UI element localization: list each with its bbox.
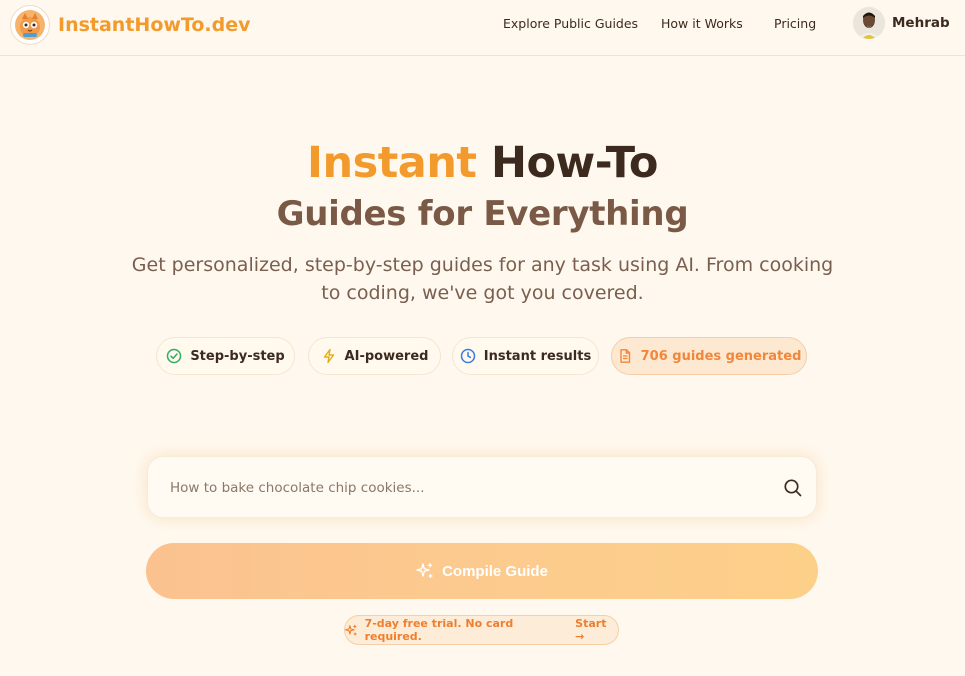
feature-label: AI-powered [344, 348, 429, 364]
feature-pill-ai-powered: AI-powered [308, 337, 441, 375]
search-icon[interactable] [783, 478, 803, 502]
search-box [147, 456, 817, 519]
brand-logo-link[interactable]: InstantHowTo.dev [10, 5, 251, 45]
feature-pill-instant-results: Instant results [452, 337, 599, 375]
feature-label: 706 guides generated [640, 348, 802, 364]
feature-pill-step-by-step: Step-by-step [156, 337, 295, 375]
sparkles-icon [345, 624, 357, 636]
hero-description: Get personalized, step-by-step guides fo… [131, 254, 834, 304]
nav-explore-public-guides[interactable]: Explore Public Guides [503, 16, 638, 31]
lightning-icon [323, 348, 334, 364]
guides-count-badge: 706 guides generated [611, 337, 807, 375]
user-menu[interactable]: Mehrab [853, 7, 950, 39]
hero-title-accent: Instant [307, 138, 477, 188]
hero-subtitle-line: Guides for Everything [276, 194, 689, 234]
feature-label: Instant results [483, 348, 592, 364]
hero-title: Instant How-To [0, 138, 965, 188]
free-trial-text: 7-day free trial. No card required. [364, 617, 514, 643]
search-input[interactable] [170, 457, 770, 519]
hero-title-rest: How-To [490, 138, 658, 188]
feature-label: Step-by-step [190, 348, 285, 364]
compile-guide-label: Compile Guide [442, 562, 548, 580]
nav-pricing[interactable]: Pricing [774, 16, 816, 31]
nav-how-it-works[interactable]: How it Works [661, 16, 743, 31]
brand-name: InstantHowTo.dev [58, 14, 251, 36]
check-circle-icon [167, 348, 182, 364]
avatar [853, 7, 885, 39]
document-icon [619, 349, 630, 363]
user-name: Mehrab [892, 15, 950, 31]
top-navbar: InstantHowTo.dev Explore Public Guides H… [0, 0, 965, 56]
clock-icon [460, 348, 476, 364]
compile-guide-button[interactable]: Compile Guide [146, 543, 818, 599]
sparkles-icon [416, 562, 433, 579]
start-trial-link[interactable]: Start → [575, 617, 618, 643]
free-trial-banner[interactable]: 7-day free trial. No card required. Star… [344, 615, 619, 645]
logo-icon [10, 5, 50, 45]
